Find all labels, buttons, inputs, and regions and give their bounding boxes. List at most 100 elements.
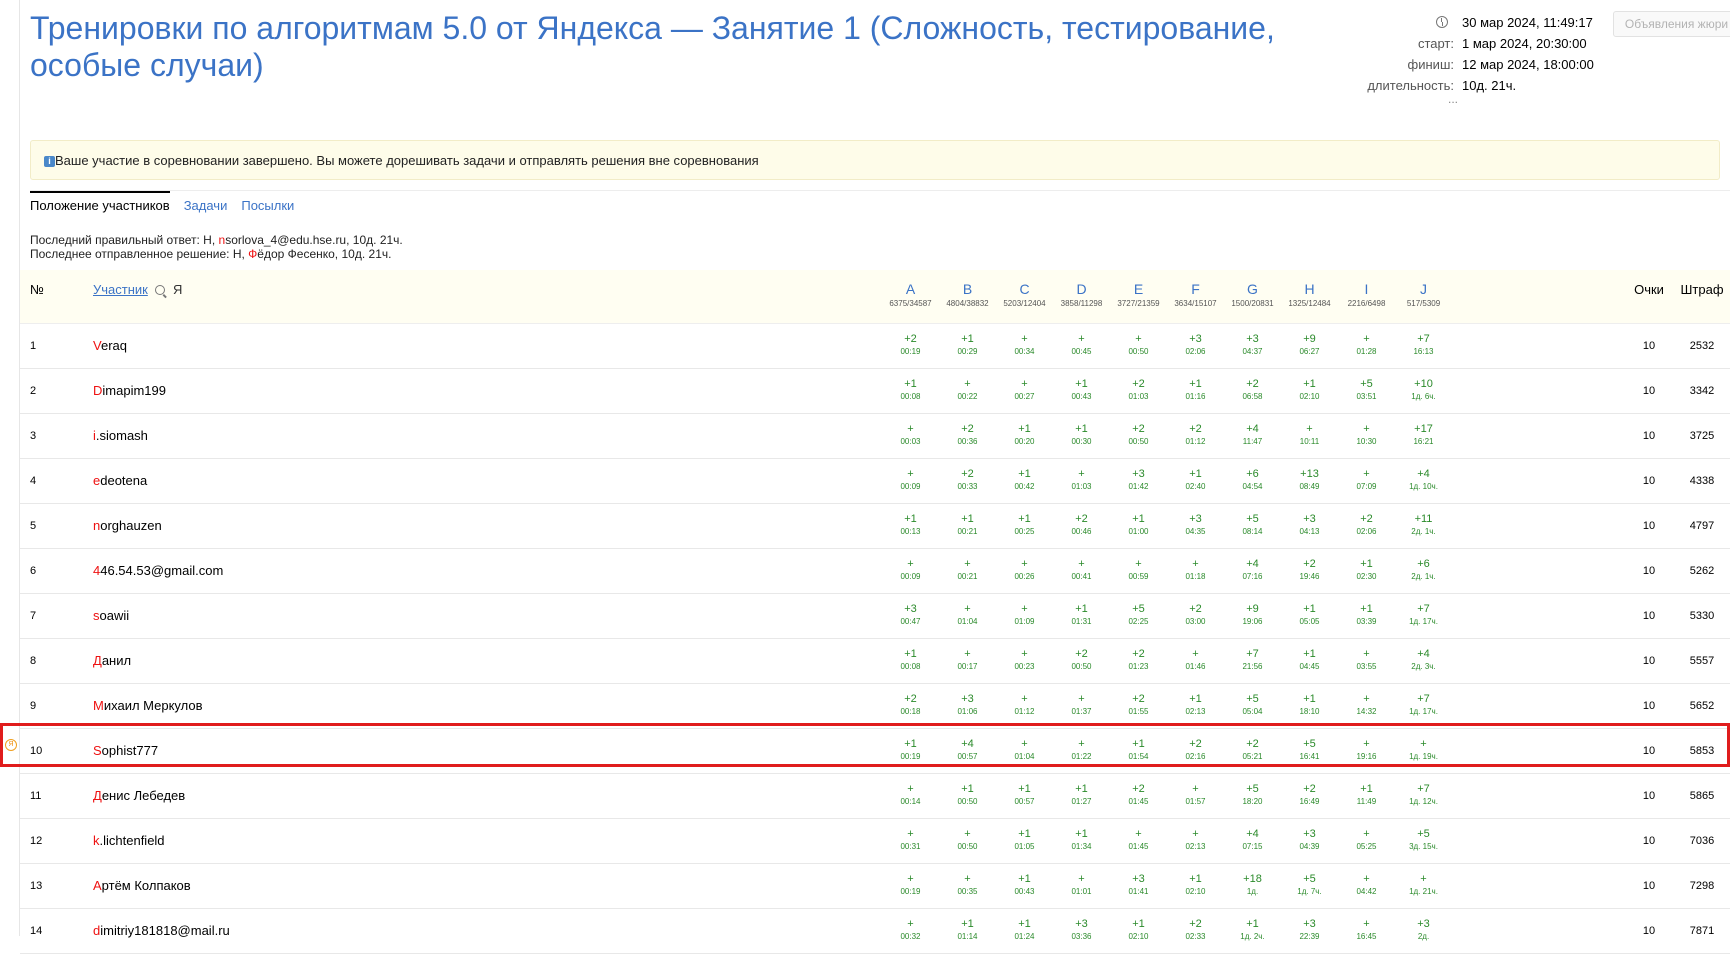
result-cell[interactable]: +00:50 bbox=[1110, 333, 1167, 357]
result-cell[interactable]: +00:09 bbox=[882, 558, 939, 582]
result-cell[interactable]: +9 19:06 bbox=[1224, 603, 1281, 627]
result-cell[interactable]: +1 02:10 bbox=[1110, 918, 1167, 942]
result-cell[interactable]: +1 00:08 bbox=[882, 378, 939, 402]
result-cell[interactable]: +4 07:16 bbox=[1224, 558, 1281, 582]
result-cell[interactable]: +2 16:49 bbox=[1281, 783, 1338, 807]
result-cell[interactable]: +6 2д. 1ч. bbox=[1395, 558, 1452, 582]
participant-name[interactable]: norghauzen bbox=[93, 518, 162, 533]
result-cell[interactable]: +00:31 bbox=[882, 828, 939, 852]
result-cell[interactable]: +4 07:15 bbox=[1224, 828, 1281, 852]
result-cell[interactable]: +3 22:39 bbox=[1281, 918, 1338, 942]
result-cell[interactable]: +13 08:49 bbox=[1281, 468, 1338, 492]
problem-letter[interactable]: E bbox=[1110, 280, 1167, 298]
participant-name[interactable]: edeotena bbox=[93, 473, 147, 488]
result-cell[interactable]: +1 02:10 bbox=[1281, 378, 1338, 402]
result-cell[interactable]: +00:45 bbox=[1053, 333, 1110, 357]
participant-name[interactable]: Данил bbox=[93, 653, 131, 668]
result-cell[interactable]: +00:34 bbox=[996, 333, 1053, 357]
result-cell[interactable]: +2 00:50 bbox=[1110, 423, 1167, 447]
result-cell[interactable]: +2 01:23 bbox=[1110, 648, 1167, 672]
result-cell[interactable]: +01:04 bbox=[996, 738, 1053, 762]
result-cell[interactable]: +3 04:35 bbox=[1167, 513, 1224, 537]
result-cell[interactable]: +1 00:42 bbox=[996, 468, 1053, 492]
result-cell[interactable]: +2 00:36 bbox=[939, 423, 996, 447]
result-cell[interactable]: +16:45 bbox=[1338, 918, 1395, 942]
result-cell[interactable]: +3 04:13 bbox=[1281, 513, 1338, 537]
result-cell[interactable]: +2 01:45 bbox=[1110, 783, 1167, 807]
result-cell[interactable]: +9 06:27 bbox=[1281, 333, 1338, 357]
participant-name[interactable]: Артём Колпаков bbox=[93, 878, 191, 893]
result-cell[interactable]: +05:25 bbox=[1338, 828, 1395, 852]
result-cell[interactable]: +1 11:49 bbox=[1338, 783, 1395, 807]
jury-announcements-button[interactable]: Объявления жюри bbox=[1613, 11, 1730, 37]
result-cell[interactable]: +1 01:24 bbox=[996, 918, 1053, 942]
result-cell[interactable]: +1 00:57 bbox=[996, 783, 1053, 807]
result-cell[interactable]: +11 2д. 1ч. bbox=[1395, 513, 1452, 537]
result-cell[interactable]: +1 01:05 bbox=[996, 828, 1053, 852]
result-cell[interactable]: +1 00:43 bbox=[996, 873, 1053, 897]
result-cell[interactable]: +00:03 bbox=[882, 423, 939, 447]
result-cell[interactable]: +3 03:36 bbox=[1053, 918, 1110, 942]
result-cell[interactable]: +3 2д. bbox=[1395, 918, 1452, 942]
tab-standings[interactable]: Положение участников bbox=[30, 191, 170, 217]
problem-letter[interactable]: B bbox=[939, 280, 996, 298]
result-cell[interactable]: +5 03:51 bbox=[1338, 378, 1395, 402]
column-me-filter[interactable]: Я bbox=[173, 282, 182, 297]
result-cell[interactable]: +1 00:50 bbox=[939, 783, 996, 807]
result-cell[interactable]: +1 01:34 bbox=[1053, 828, 1110, 852]
result-cell[interactable]: +2 02:16 bbox=[1167, 738, 1224, 762]
result-cell[interactable]: +00:17 bbox=[939, 648, 996, 672]
result-cell[interactable]: +5 08:14 bbox=[1224, 513, 1281, 537]
result-cell[interactable]: +3 00:47 bbox=[882, 603, 939, 627]
participant-name[interactable]: Veraq bbox=[93, 338, 127, 353]
result-cell[interactable]: +2 03:00 bbox=[1167, 603, 1224, 627]
result-cell[interactable]: +00:35 bbox=[939, 873, 996, 897]
result-cell[interactable]: +2 01:03 bbox=[1110, 378, 1167, 402]
result-cell[interactable]: +02:13 bbox=[1167, 828, 1224, 852]
result-cell[interactable]: +2 05:21 bbox=[1224, 738, 1281, 762]
tab-problems[interactable]: Задачи bbox=[184, 191, 228, 217]
result-cell[interactable]: +1 00:29 bbox=[939, 333, 996, 357]
result-cell[interactable]: +01:22 bbox=[1053, 738, 1110, 762]
problem-column-f[interactable]: F 3634/15107 bbox=[1167, 280, 1224, 310]
result-cell[interactable]: +01:45 bbox=[1110, 828, 1167, 852]
result-cell[interactable]: +1 00:08 bbox=[882, 648, 939, 672]
tab-submissions[interactable]: Посылки bbox=[241, 191, 294, 217]
result-cell[interactable]: +5 18:20 bbox=[1224, 783, 1281, 807]
result-cell[interactable]: +1 1д. 2ч. bbox=[1224, 918, 1281, 942]
search-icon[interactable] bbox=[155, 285, 165, 295]
result-cell[interactable]: +1 02:40 bbox=[1167, 468, 1224, 492]
participant-name[interactable]: Dimapim199 bbox=[93, 383, 166, 398]
result-cell[interactable]: +01:03 bbox=[1053, 468, 1110, 492]
result-cell[interactable]: +2 19:46 bbox=[1281, 558, 1338, 582]
result-cell[interactable]: +1 01:14 bbox=[939, 918, 996, 942]
result-cell[interactable]: +2 00:46 bbox=[1053, 513, 1110, 537]
result-cell[interactable]: +10:11 bbox=[1281, 423, 1338, 447]
result-cell[interactable]: +3 04:39 bbox=[1281, 828, 1338, 852]
result-cell[interactable]: +1 02:30 bbox=[1338, 558, 1395, 582]
result-cell[interactable]: +18 1д. bbox=[1224, 873, 1281, 897]
result-cell[interactable]: +7 1д. 17ч. bbox=[1395, 693, 1452, 717]
result-cell[interactable]: +1 04:45 bbox=[1281, 648, 1338, 672]
participant-name[interactable]: i.siomash bbox=[93, 428, 148, 443]
result-cell[interactable]: +00:50 bbox=[939, 828, 996, 852]
result-cell[interactable]: +03:55 bbox=[1338, 648, 1395, 672]
result-cell[interactable]: +01:46 bbox=[1167, 648, 1224, 672]
result-cell[interactable]: +1д. 19ч. bbox=[1395, 738, 1452, 762]
result-cell[interactable]: +1 00:21 bbox=[939, 513, 996, 537]
result-cell[interactable]: +01:09 bbox=[996, 603, 1053, 627]
result-cell[interactable]: +2 02:33 bbox=[1167, 918, 1224, 942]
result-cell[interactable]: +7 1д. 17ч. bbox=[1395, 603, 1452, 627]
result-cell[interactable]: +10:30 bbox=[1338, 423, 1395, 447]
problem-letter[interactable]: H bbox=[1281, 280, 1338, 298]
result-cell[interactable]: +00:32 bbox=[882, 918, 939, 942]
problem-letter[interactable]: G bbox=[1224, 280, 1281, 298]
result-cell[interactable]: +5 1д. 7ч. bbox=[1281, 873, 1338, 897]
result-cell[interactable]: +19:16 bbox=[1338, 738, 1395, 762]
result-cell[interactable]: +1 01:16 bbox=[1167, 378, 1224, 402]
problem-column-d[interactable]: D 3858/11298 bbox=[1053, 280, 1110, 310]
result-cell[interactable]: +3 01:41 bbox=[1110, 873, 1167, 897]
result-cell[interactable]: +3 01:06 bbox=[939, 693, 996, 717]
problem-column-j[interactable]: J 517/5309 bbox=[1395, 280, 1452, 310]
result-cell[interactable]: +1д. 21ч. bbox=[1395, 873, 1452, 897]
